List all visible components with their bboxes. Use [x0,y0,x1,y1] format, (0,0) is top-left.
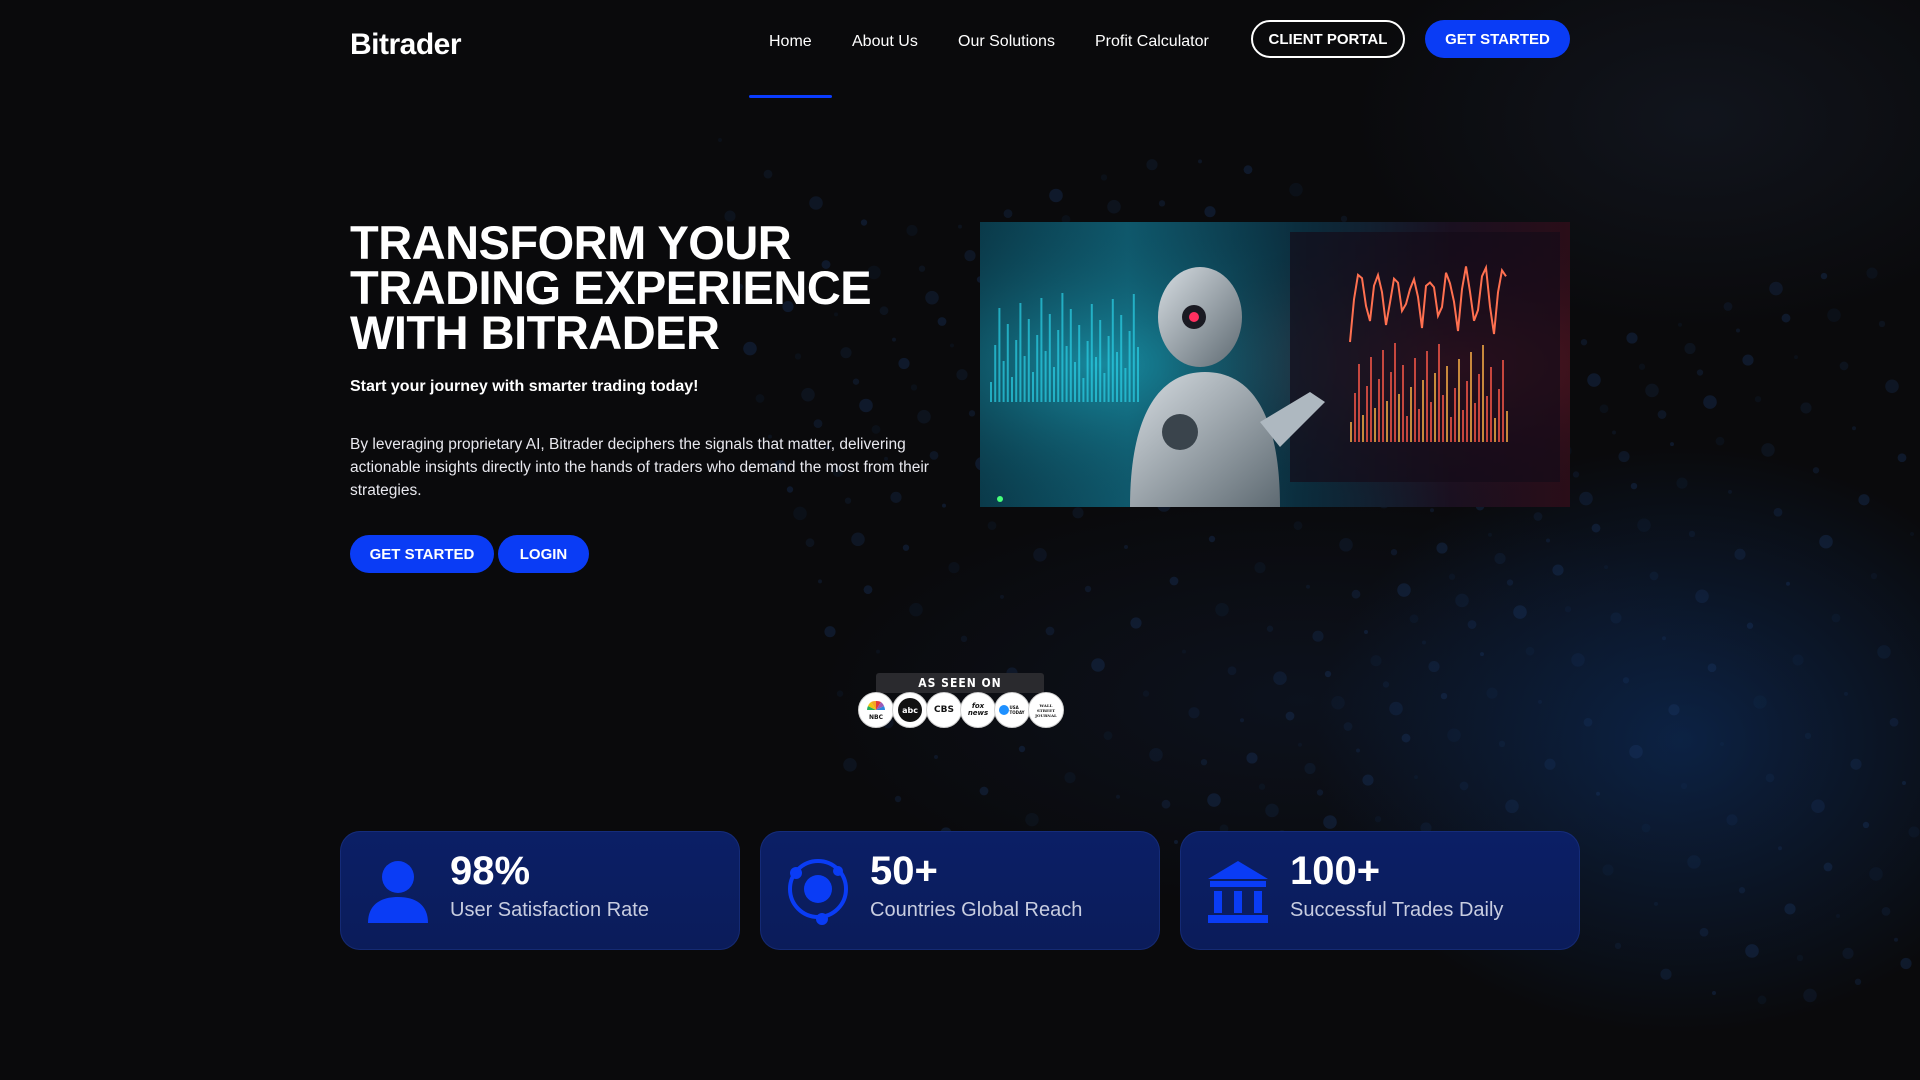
abc-logo-icon: abc [892,692,928,728]
nav-active-indicator [749,95,832,98]
site-header: Bitrader Home About Us Our Solutions Pro… [0,0,1920,98]
as-seen-on: AS SEEN ON NBC abc CBS fox news USA TODA… [858,673,1064,729]
nbc-logo-icon: NBC [858,692,894,728]
as-seen-on-label: AS SEEN ON [876,673,1044,693]
stat-value: 50+ [870,849,938,893]
fox-news-logo-icon: fox news [960,692,996,728]
stat-card-trades: 100+ Successful Trades Daily [1180,831,1580,950]
stat-label: User Satisfaction Rate [450,899,649,921]
hero-get-started-button[interactable]: GET STARTED [350,535,494,573]
usa-today-logo-icon: USA TODAY [994,692,1030,728]
hero-title-line: WITH BITRADER [350,306,720,359]
stat-value: 100+ [1290,849,1381,893]
bank-icon [1208,861,1268,923]
hero-title: TRANSFORM YOUR TRADING EXPERIENCE WITH B… [350,219,910,356]
nav-item-home[interactable]: Home [769,33,812,51]
stat-card-satisfaction: 98% User Satisfaction Rate [340,831,740,950]
media-logos: NBC abc CBS fox news USA TODAY WALL STRE… [858,692,1064,728]
stat-value: 98% [450,849,531,893]
brand-logo[interactable]: Bitrader [350,28,462,62]
nav-item-about-us[interactable]: About Us [852,33,918,51]
stat-card-global-reach: 50+ Countries Global Reach [760,831,1160,950]
stat-label: Successful Trades Daily [1290,899,1504,921]
client-portal-button[interactable]: CLIENT PORTAL [1251,20,1405,58]
user-icon [368,861,428,923]
hero-image-robot-trading [980,222,1570,507]
hero-subtitle: Start your journey with smarter trading … [350,378,699,395]
nav-item-profit-calculator[interactable]: Profit Calculator [1095,33,1209,51]
hero-description: By leveraging proprietary AI, Bitrader d… [350,436,929,499]
nav-item-our-solutions[interactable]: Our Solutions [958,33,1055,51]
header-get-started-button[interactable]: GET STARTED [1425,20,1570,58]
svg-text:NBC: NBC [869,714,884,721]
stat-label: Countries Global Reach [870,899,1083,921]
cbs-logo-icon: CBS [926,692,962,728]
hero-login-button[interactable]: LOGIN [498,535,589,573]
globe-orbit-icon [788,859,848,925]
wall-street-journal-logo-icon: WALL STREET JOURNAL [1028,692,1064,728]
